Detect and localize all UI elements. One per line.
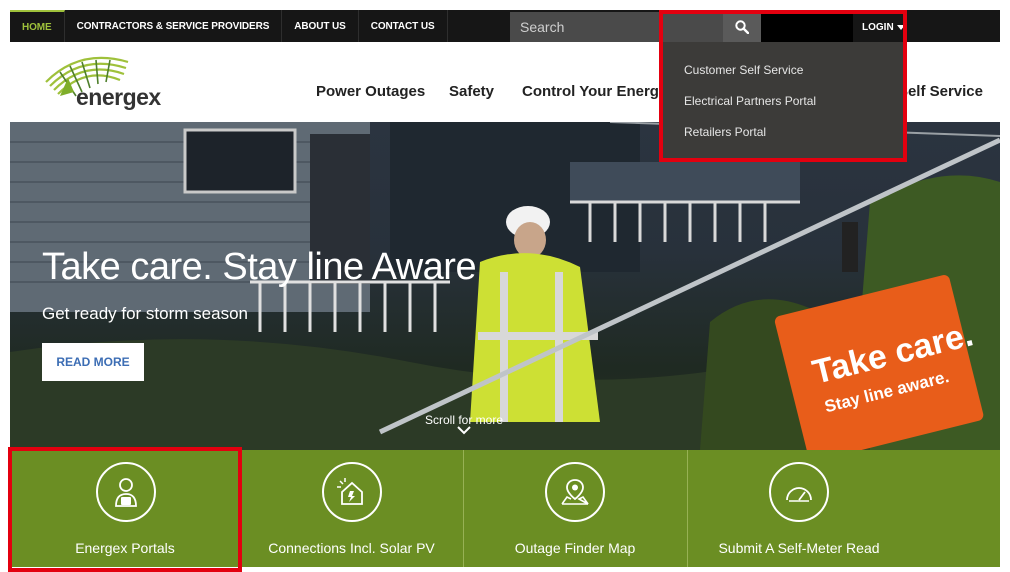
solar-house-icon — [322, 462, 382, 522]
highlight-box-login-menu — [659, 10, 907, 162]
tile-label: Outage Finder Map — [514, 540, 636, 556]
top-nav: HOME CONTRACTORS & SERVICE PROVIDERS ABO… — [10, 10, 448, 42]
hero-title: Take care. Stay line Aware — [42, 246, 477, 288]
topnav-about-us[interactable]: ABOUT US — [282, 10, 359, 42]
tile-submit-meter-read[interactable]: Submit A Self-Meter Read — [687, 450, 911, 567]
nav-safety[interactable]: Safety — [449, 83, 494, 100]
hero-subtitle: Get ready for storm season — [42, 304, 248, 323]
tile-outage-finder-map[interactable]: Outage Finder Map — [463, 450, 687, 567]
tile-label: Connections Incl. Solar PV — [268, 540, 435, 556]
nav-control-your-energy[interactable]: Control Your Energy — [522, 83, 667, 100]
tile-label: Submit A Self-Meter Read — [718, 540, 880, 556]
read-more-button[interactable]: READ MORE — [42, 343, 144, 381]
tile-connections[interactable]: Connections Incl. Solar PV — [240, 450, 463, 567]
scroll-for-more[interactable]: Scroll for more — [425, 413, 503, 427]
highlight-box-energex-portals — [8, 447, 242, 572]
chevron-down-icon[interactable] — [457, 426, 471, 435]
nav-power-outages[interactable]: Power Outages — [316, 83, 425, 100]
map-pin-icon — [545, 462, 605, 522]
meter-gauge-icon — [769, 462, 829, 522]
topnav-contractors[interactable]: CONTRACTORS & SERVICE PROVIDERS — [65, 10, 283, 42]
topnav-home[interactable]: HOME — [10, 10, 65, 42]
topnav-contact-us[interactable]: CONTACT US — [359, 10, 448, 42]
logo-wordmark: energex — [76, 84, 161, 110]
